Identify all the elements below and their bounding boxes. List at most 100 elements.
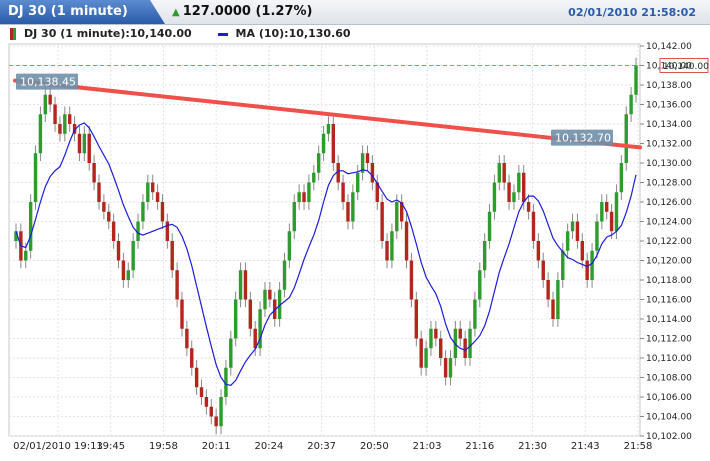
candle-down: [536, 241, 541, 261]
candle-up: [24, 250, 28, 261]
candle-down: [194, 367, 199, 388]
candle-down: [116, 241, 121, 261]
y-tick-label: 10,130.00: [646, 159, 692, 169]
y-tick-label: 10,124.00: [646, 218, 692, 228]
candle-down: [185, 328, 189, 349]
candle-down: [199, 387, 204, 397]
y-tick-label: 10,132.00: [646, 140, 692, 150]
candle-up: [395, 202, 399, 232]
candle-down: [190, 348, 194, 368]
price-chart[interactable]: 10,140.0010,138.4510,132.70 10,102.0010,…: [0, 0, 710, 461]
candle-down: [97, 182, 101, 202]
candle-up: [229, 338, 233, 368]
candle-up: [82, 133, 87, 154]
candle-up: [556, 280, 560, 319]
y-axis: 10,102.00 10,104.00 10,106.00 10,108.00 10,1…: [640, 42, 692, 442]
x-tick-label: 19:58: [149, 441, 178, 452]
candle-down: [443, 358, 448, 378]
candle-down: [180, 299, 184, 329]
y-tick-label: 10,110.00: [646, 354, 692, 364]
candle-down: [302, 192, 306, 202]
candle-up: [146, 182, 150, 202]
candle-up: [565, 231, 570, 251]
candle-up: [292, 202, 296, 232]
candle-up: [131, 241, 135, 271]
annotation-label: 10,132.70: [555, 132, 611, 145]
candle-up: [233, 299, 238, 339]
y-tick-label: 10,122.00: [646, 237, 692, 247]
y-tick-label: 10,136.00: [646, 101, 692, 111]
candle-up: [600, 202, 604, 222]
candle-down: [160, 202, 165, 222]
y-tick-label: 10,106.00: [646, 393, 692, 403]
x-tick-label: 20:11: [202, 441, 231, 452]
y-tick-label: 10,116.00: [646, 296, 692, 306]
candle-down: [111, 221, 116, 241]
candle-down: [463, 338, 467, 358]
candle-down: [404, 221, 409, 261]
candle-down: [609, 211, 614, 232]
candle-up: [126, 270, 130, 280]
x-tick-label: 21:30: [518, 441, 547, 452]
candle-down: [409, 260, 414, 300]
candle-down: [531, 211, 536, 241]
candle-down: [67, 114, 72, 124]
candle-up: [63, 114, 67, 134]
candle-down: [243, 270, 248, 300]
candle-up: [448, 358, 453, 378]
candle-down: [526, 202, 531, 212]
candle-up: [634, 65, 638, 95]
candle-up: [219, 397, 223, 427]
candle-down: [346, 202, 350, 222]
candle-up: [497, 163, 502, 183]
x-tick-label: 21:16: [465, 441, 494, 452]
candle-down: [419, 338, 423, 368]
y-tick-label: 10,134.00: [646, 120, 692, 130]
candle-up: [263, 289, 267, 310]
candle-up: [590, 250, 594, 280]
candle-down: [175, 270, 179, 300]
candle-up: [473, 299, 477, 329]
candle-up: [595, 221, 599, 251]
y-tick-label: 10,140.00: [646, 62, 692, 72]
candle-down: [77, 133, 82, 154]
candle-up: [561, 250, 565, 280]
candle-up: [468, 328, 472, 358]
candle-up: [482, 241, 487, 271]
y-tick-label: 10,142.00: [646, 42, 692, 52]
candle-up: [517, 172, 521, 193]
y-tick-label: 10,128.00: [646, 179, 692, 189]
candle-up: [312, 172, 316, 183]
candle-down: [551, 299, 555, 319]
x-tick-label: 19:45: [96, 441, 125, 452]
candle-down: [248, 299, 253, 329]
candle-up: [351, 192, 355, 222]
candle-down: [341, 182, 345, 202]
candle-down: [575, 221, 580, 241]
candle-down: [502, 163, 506, 183]
candle-down: [209, 406, 213, 417]
candle-up: [356, 172, 360, 193]
candle-down: [605, 202, 609, 212]
candle-up: [570, 221, 575, 232]
x-tick-label: 20:24: [254, 441, 283, 452]
candle-up: [478, 270, 482, 300]
candle-up: [28, 202, 33, 251]
candle-up: [321, 133, 326, 154]
candle-down: [439, 338, 443, 358]
candle-up: [287, 231, 292, 261]
x-tick-label: 20:50: [360, 441, 389, 452]
x-axis: 02/01/2010 19:1319:45 19:58 20:11 20:24 20:3…: [13, 441, 652, 452]
y-tick-label: 10,104.00: [646, 413, 692, 423]
candle-down: [546, 280, 550, 300]
candle-down: [580, 241, 585, 261]
candle-down: [121, 260, 126, 280]
candle-down: [107, 211, 111, 222]
x-tick-label: 20:37: [307, 441, 336, 452]
candle-up: [512, 192, 516, 202]
candle-up: [390, 231, 394, 261]
candle-down: [507, 182, 511, 202]
candle-up: [629, 94, 633, 115]
candle-up: [238, 270, 243, 300]
candle-down: [150, 182, 155, 193]
